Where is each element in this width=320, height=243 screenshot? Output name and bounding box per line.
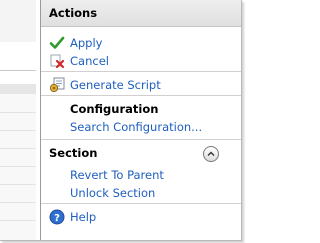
help-label: Help (70, 210, 97, 224)
left-panel-row (0, 184, 36, 185)
cancel-x-icon (49, 53, 65, 69)
divider (41, 139, 241, 140)
left-panel-row (0, 148, 36, 149)
section-title: Section (49, 146, 98, 160)
left-panel-list (0, 94, 36, 240)
left-panel-row (0, 202, 36, 203)
generate-script-action[interactable]: Generate Script (41, 76, 241, 94)
help-icon: ? (49, 209, 65, 225)
generate-script-icon (49, 77, 65, 93)
unlock-section-action[interactable]: Unlock Section (41, 184, 241, 202)
search-configuration-action[interactable]: Search Configuration... (41, 118, 241, 136)
revert-to-parent-label: Revert To Parent (70, 168, 164, 182)
divider (41, 203, 241, 204)
left-panel-row (0, 220, 36, 221)
collapse-chevron-icon[interactable] (203, 146, 219, 162)
section-header: Section (41, 144, 241, 163)
left-content-panel (0, 0, 36, 240)
svg-text:?: ? (54, 213, 60, 224)
search-configuration-label: Search Configuration... (70, 120, 203, 134)
left-panel-row (0, 166, 36, 167)
left-panel-row (0, 112, 36, 113)
cancel-label: Cancel (70, 54, 109, 68)
cancel-action[interactable]: Cancel (41, 52, 241, 70)
configuration-heading-label: Configuration (70, 102, 159, 116)
apply-label: Apply (70, 36, 103, 50)
actions-pane: Actions Apply Cancel Generate Script Con… (40, 0, 241, 240)
left-panel-field[interactable] (0, 42, 36, 71)
left-panel-toolbar (0, 0, 36, 43)
divider (41, 95, 241, 96)
window-frame: Actions Apply Cancel Generate Script Con… (0, 0, 242, 241)
help-action[interactable]: ? Help (41, 208, 241, 226)
checkmark-icon (49, 35, 65, 51)
apply-action[interactable]: Apply (41, 34, 241, 52)
configuration-heading: Configuration (41, 100, 241, 118)
unlock-section-label: Unlock Section (70, 186, 156, 200)
left-panel-row (0, 130, 36, 131)
actions-header: Actions (41, 0, 241, 27)
revert-to-parent-action[interactable]: Revert To Parent (41, 166, 241, 184)
generate-script-label: Generate Script (70, 78, 161, 92)
divider (41, 71, 241, 72)
